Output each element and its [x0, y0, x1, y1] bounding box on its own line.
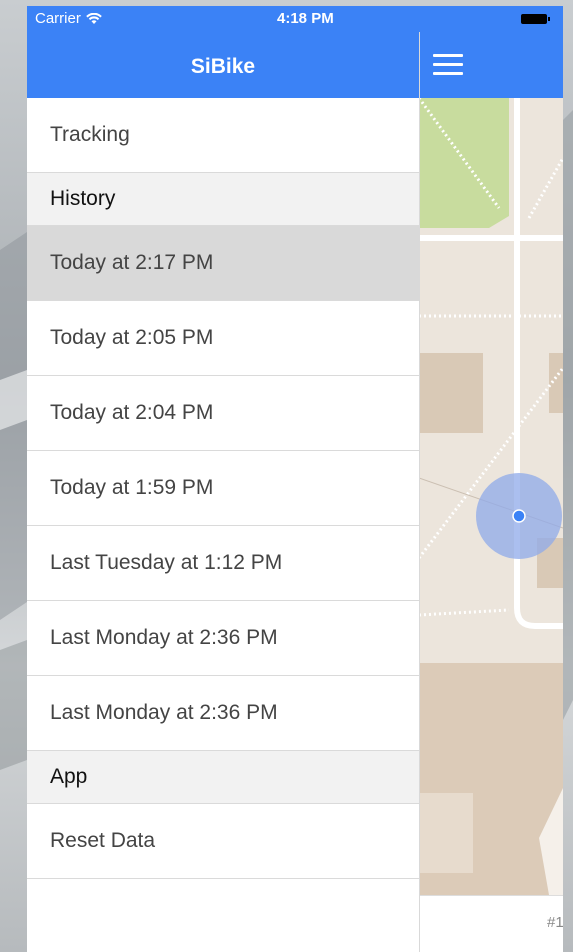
- status-left: Carrier: [35, 10, 102, 27]
- history-item[interactable]: Today at 1:59 PM: [27, 451, 419, 526]
- history-item[interactable]: Today at 2:17 PM: [27, 226, 419, 301]
- location-dot: [512, 509, 526, 523]
- status-time: 4:18 PM: [277, 10, 334, 27]
- menu-item-tracking[interactable]: Tracking: [27, 98, 419, 173]
- status-bar: Carrier 4:18 PM: [27, 6, 563, 32]
- history-item[interactable]: Last Monday at 2:36 PM: [27, 676, 419, 751]
- drawer-navbar: SiBike: [27, 32, 419, 98]
- app-title: SiBike: [190, 55, 256, 78]
- map-panel: #1: [419, 6, 563, 952]
- map-footer-text: #1: [547, 914, 563, 931]
- section-header-history: History: [27, 173, 419, 226]
- phone-screen: Carrier 4:18 PM SiBike Tracking History …: [27, 6, 563, 952]
- history-item[interactable]: Last Tuesday at 1:12 PM: [27, 526, 419, 601]
- history-item[interactable]: Today at 2:04 PM: [27, 376, 419, 451]
- menu-list: Tracking History Today at 2:17 PM Today …: [27, 98, 419, 879]
- wifi-icon: [86, 12, 102, 24]
- map-graphics: [419, 97, 563, 895]
- history-item[interactable]: Last Monday at 2:36 PM: [27, 601, 419, 676]
- carrier-label: Carrier: [35, 10, 81, 27]
- history-item[interactable]: Today at 2:05 PM: [27, 301, 419, 376]
- side-drawer: SiBike Tracking History Today at 2:17 PM…: [27, 6, 420, 952]
- menu-item-reset-data[interactable]: Reset Data: [27, 804, 419, 879]
- map-footer: #1: [419, 895, 563, 952]
- battery-icon: [521, 14, 550, 24]
- section-header-app: App: [27, 751, 419, 804]
- map-view[interactable]: [419, 97, 563, 895]
- map-navbar: [419, 32, 563, 98]
- menu-icon[interactable]: [433, 54, 463, 76]
